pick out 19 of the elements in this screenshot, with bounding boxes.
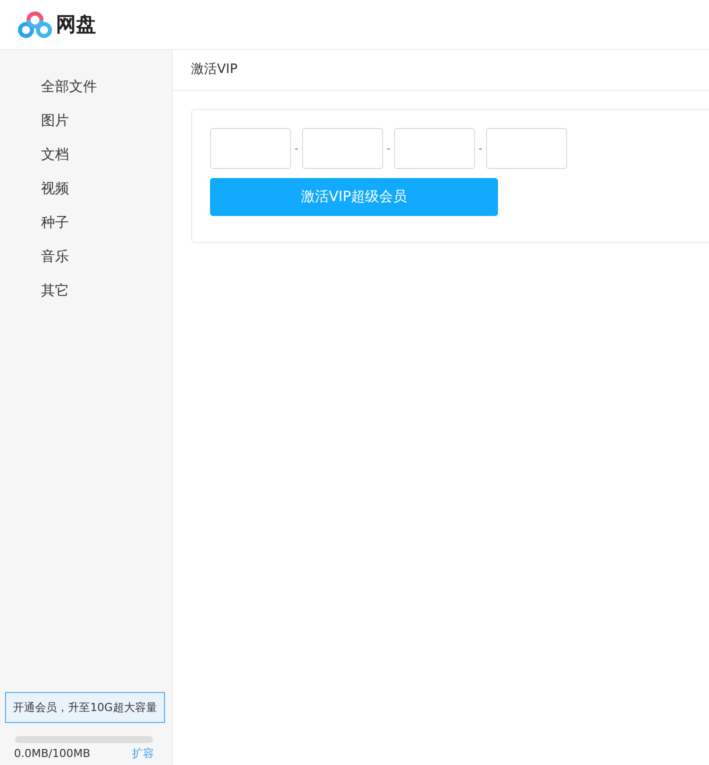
upgrade-banner[interactable]: 开通会员，升至10G超大容量: [5, 692, 165, 723]
page-title: 激活VIP: [173, 50, 709, 91]
sidebar-item[interactable]: 音乐: [41, 240, 69, 274]
storage-usage: 0.0MB/100MB: [14, 747, 90, 760]
code-input-field[interactable]: [210, 128, 291, 169]
app-title: 网盘: [56, 11, 96, 38]
sidebar-item[interactable]: 文档: [41, 138, 69, 172]
sidebar-item[interactable]: 其它: [41, 274, 69, 308]
sidebar-item[interactable]: 全部文件: [41, 70, 97, 104]
sidebar-item[interactable]: 视频: [41, 172, 69, 206]
code-input-field[interactable]: [486, 128, 567, 169]
cloud-rings-logo-icon: [18, 10, 52, 38]
code-input-field[interactable]: [394, 128, 475, 169]
dash-separator: -: [386, 142, 392, 155]
sidebar-item[interactable]: 种子: [41, 206, 69, 240]
sidebar-item[interactable]: 图片: [41, 104, 69, 138]
dash-separator: -: [478, 142, 484, 155]
dash-separator: -: [294, 142, 300, 155]
code-input-field[interactable]: [302, 128, 383, 169]
